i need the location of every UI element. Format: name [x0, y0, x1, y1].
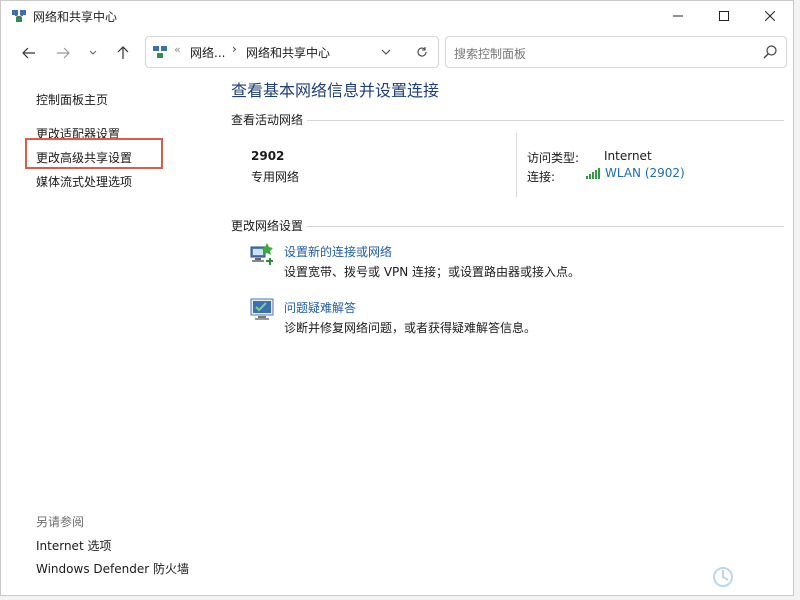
minimize-button[interactable]	[655, 1, 701, 31]
firewall-link[interactable]: Windows Defender 防火墙	[36, 560, 189, 577]
control-panel-home-link[interactable]: 控制面板主页	[36, 91, 108, 108]
arrow-left-icon	[22, 47, 35, 59]
back-button[interactable]	[17, 41, 41, 65]
breadcrumb-separator[interactable]: ›	[232, 42, 237, 56]
network-setup-icon	[250, 243, 273, 265]
change-advanced-sharing-link[interactable]: 更改高级共享设置	[36, 149, 132, 166]
search-box[interactable]: 搜索控制面板	[445, 36, 787, 68]
troubleshoot-desc: 诊断并修复网络问题，或者获得疑难解答信息。	[284, 321, 537, 335]
active-networks-heading: 查看活动网络	[231, 113, 304, 127]
breadcrumb-network[interactable]: 网络...	[190, 44, 225, 61]
search-icon[interactable]	[762, 44, 778, 60]
recent-locations-button[interactable]	[81, 41, 105, 65]
window: 网络和共享中心 « 网络... › 网络和共享中心 搜索控制面板 控制面板主页 …	[0, 0, 794, 596]
chevron-down-icon	[89, 50, 97, 55]
network-name: 2902	[251, 149, 285, 163]
maximize-icon	[719, 11, 729, 21]
arrow-up-icon	[117, 46, 129, 59]
wlan-connection-link[interactable]: WLAN (2902)	[585, 166, 685, 180]
network-type: 专用网络	[251, 170, 300, 184]
refresh-button[interactable]	[410, 41, 434, 63]
chevron-down-icon	[381, 49, 391, 55]
watermark-icon	[713, 567, 733, 587]
setup-new-connection-link[interactable]: 设置新的连接或网络	[284, 243, 392, 260]
address-bar[interactable]: « 网络... › 网络和共享中心	[145, 36, 439, 68]
see-also-heading: 另请参阅	[36, 515, 85, 529]
forward-button[interactable]	[51, 41, 75, 65]
title-bar: 网络和共享中心	[1, 1, 793, 31]
address-overflow[interactable]: «	[174, 43, 181, 56]
page-title: 查看基本网络信息并设置连接	[231, 81, 440, 100]
refresh-icon	[417, 47, 427, 57]
navigation-bar: « 网络... › 网络和共享中心 搜索控制面板	[1, 35, 793, 71]
network-app-icon	[12, 10, 26, 22]
search-input[interactable]: 搜索控制面板	[454, 45, 526, 62]
left-pane: 控制面板主页 更改适配器设置 更改高级共享设置 媒体流式处理选项 另请参阅 In…	[1, 73, 201, 593]
maximize-button[interactable]	[701, 1, 747, 31]
section-divider	[307, 120, 784, 121]
access-type-value: Internet	[604, 149, 652, 163]
internet-options-link[interactable]: Internet 选项	[36, 537, 111, 554]
section-divider	[307, 226, 784, 227]
network-app-icon	[153, 46, 167, 58]
main-pane: 查看基本网络信息并设置连接 查看活动网络 2902 专用网络 访问类型: Int…	[229, 73, 784, 593]
vertical-divider	[516, 133, 517, 197]
address-dropdown-button[interactable]	[374, 41, 398, 63]
window-title: 网络和共享中心	[33, 10, 118, 24]
arrow-right-icon	[57, 47, 70, 59]
setup-new-connection-desc: 设置宽带、拨号或 VPN 连接；或设置路由器或接入点。	[284, 265, 581, 279]
media-streaming-options-link[interactable]: 媒体流式处理选项	[36, 173, 132, 190]
troubleshoot-icon	[250, 298, 274, 320]
troubleshoot-link[interactable]: 问题疑难解答	[284, 299, 356, 316]
close-icon	[765, 11, 775, 21]
wifi-signal-icon	[586, 168, 600, 179]
watermark-logo	[712, 566, 734, 588]
close-button[interactable]	[747, 1, 793, 31]
connection-label: 连接:	[527, 170, 556, 184]
breadcrumb-sharing-center[interactable]: 网络和共享中心	[246, 44, 330, 61]
change-network-settings-heading: 更改网络设置	[231, 219, 304, 233]
wlan-connection-text[interactable]: WLAN (2902)	[605, 166, 685, 180]
up-button[interactable]	[111, 41, 135, 65]
access-type-label: 访问类型:	[527, 151, 580, 165]
minimize-icon	[673, 15, 683, 17]
